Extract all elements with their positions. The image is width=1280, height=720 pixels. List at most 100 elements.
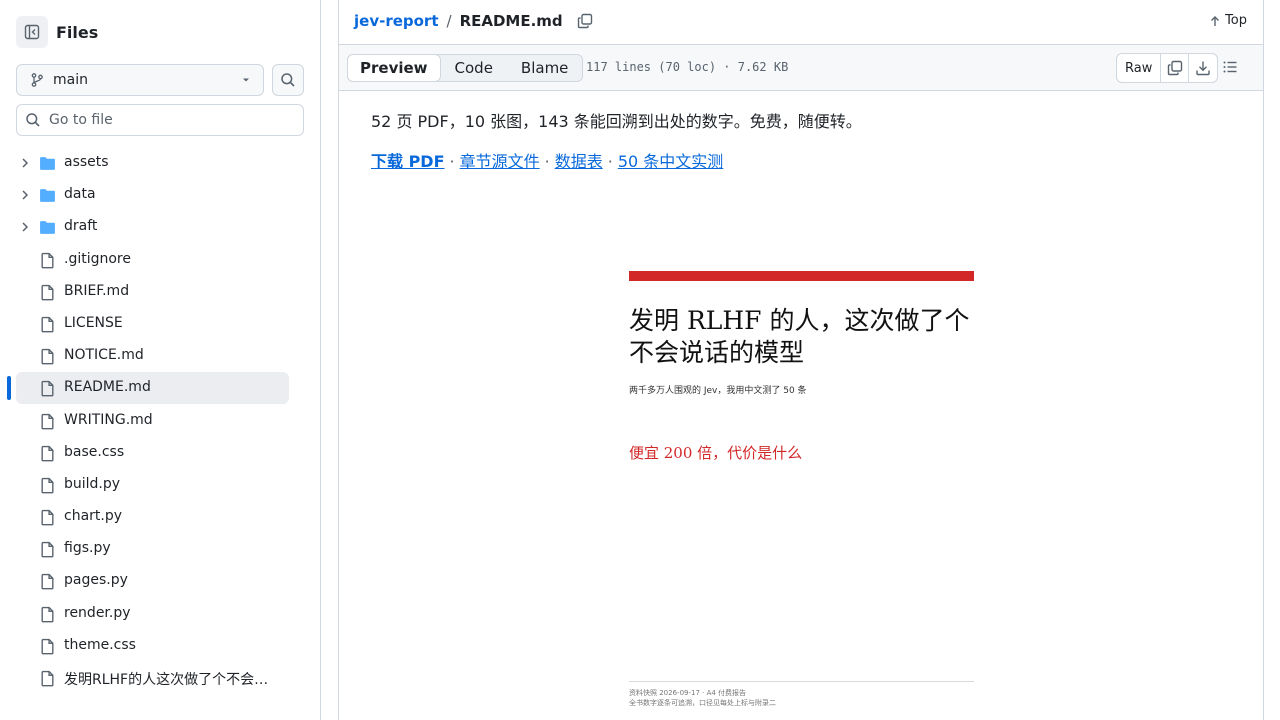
tree-folder-item[interactable]: assets (0, 147, 320, 179)
search-files-button[interactable] (272, 64, 304, 96)
tree-item-label: WRITING.md (64, 411, 153, 428)
cover-red-heading: 便宜 200 倍，代价是什么 (629, 444, 803, 462)
download-icon (1196, 61, 1211, 76)
cover-title-line-1: 发明 RLHF 的人，这次做了个 (629, 306, 970, 335)
cover-footer-line-1: 资料快照 2026-09-17 · A4 付费报告 (629, 689, 747, 697)
links-row: 下载 PDF · 章节源文件 · 数据表 · 50 条中文实测 (371, 148, 723, 172)
folder-icon (40, 157, 55, 170)
list-unordered-icon (1223, 61, 1237, 73)
tree-item-label: data (64, 186, 96, 203)
file-view: jev-report / README.md Top Preview Code … (338, 0, 1264, 720)
cover-footer-line-2: 全书数字逐条可追溯，口径见每处上标与附录二 (629, 699, 776, 707)
file-icon (41, 606, 54, 623)
tree-file-item[interactable]: theme.css (0, 630, 320, 662)
breadcrumb-file-name: README.md (459, 12, 563, 30)
tree-file-item[interactable]: build.py (0, 469, 320, 501)
sidebar-header: Files (16, 16, 98, 48)
chapter-sources-link[interactable]: 章节源文件 (460, 152, 540, 171)
link-separator: · (544, 152, 550, 171)
tree-file-item[interactable]: BRIEF.md (0, 276, 320, 308)
cover-footer-rule (629, 681, 974, 682)
data-table-link[interactable]: 数据表 (555, 152, 603, 171)
tree-item-label: render.py (64, 604, 131, 621)
copy-icon (577, 13, 592, 29)
file-icon (41, 316, 54, 333)
branch-selector[interactable]: main (16, 64, 264, 96)
folder-icon (40, 189, 55, 203)
caret-down-icon (243, 78, 249, 82)
file-header: jev-report / README.md Top (339, 0, 1263, 45)
tree-item-label: chart.py (64, 508, 123, 525)
cover-title-line-2: 不会说话的模型 (629, 338, 805, 367)
raw-button[interactable]: Raw (1117, 54, 1162, 82)
markdown-preview: 52 页 PDF，10 张图，143 条能回溯到出处的数字。免费，随便转。 下载… (339, 91, 1263, 720)
report-cover-image: 发明 RLHF 的人，这次做了个 不会说话的模型 两千多万人围观的 Jev，我用… (629, 271, 975, 720)
tree-file-item[interactable]: 发明RLHF的人这次做了个不会… (0, 662, 320, 694)
file-actions: Raw (1116, 53, 1219, 83)
copy-icon (1167, 60, 1183, 76)
file-icon (41, 670, 54, 687)
breadcrumb-repo-link[interactable]: jev-report (354, 12, 439, 30)
cover-subtitle: 两千多万人围观的 Jev，我用中文测了 50 条 (629, 386, 807, 396)
tab-code[interactable]: Code (441, 55, 507, 81)
link-separator: · (449, 152, 455, 171)
file-icon (41, 284, 54, 301)
tree-file-item[interactable]: README.md (0, 372, 320, 405)
collapse-sidebar-button[interactable] (16, 16, 48, 48)
download-pdf-link[interactable]: 下载 PDF (371, 152, 445, 171)
chevron-right-icon[interactable] (18, 156, 32, 170)
go-to-file-input[interactable] (49, 112, 289, 128)
tree-item-label: base.css (64, 443, 125, 460)
search-icon (26, 113, 40, 127)
tree-item-label: draft (64, 218, 98, 235)
cover-red-bar (629, 271, 974, 281)
tree-file-item[interactable]: chart.py (0, 501, 320, 533)
tree-file-item[interactable]: LICENSE (0, 308, 320, 340)
chevron-right-icon[interactable] (18, 220, 32, 234)
tree-file-item[interactable]: WRITING.md (0, 405, 320, 437)
file-icon (41, 413, 54, 429)
view-mode-tabs: Preview Code Blame (347, 54, 584, 82)
arrow-up-icon (1211, 15, 1220, 26)
top-label: Top (1225, 13, 1247, 28)
tree-file-item[interactable]: .gitignore (0, 244, 320, 276)
link-separator: · (607, 152, 613, 171)
branch-name: main (53, 72, 88, 88)
sidebar-collapse-icon (24, 24, 40, 40)
file-icon (41, 638, 54, 655)
tree-folder-item[interactable]: draft (0, 211, 320, 243)
chinese-tests-link[interactable]: 50 条中文实测 (618, 152, 723, 171)
tree-item-label: 发明RLHF的人这次做了个不会… (64, 672, 269, 688)
tree-item-label: theme.css (64, 636, 136, 653)
tree-file-item[interactable]: figs.py (0, 533, 320, 565)
tree-item-label: assets (64, 154, 109, 170)
outline-button[interactable] (1222, 59, 1238, 75)
copy-raw-button[interactable] (1161, 54, 1190, 82)
file-icon (41, 252, 54, 268)
intro-paragraph: 52 页 PDF，10 张图，143 条能回溯到出处的数字。免费，随便转。 (371, 112, 862, 131)
file-icon (41, 445, 54, 462)
file-toolbar: Preview Code Blame 117 lines (70 loc) · … (339, 45, 1263, 91)
breadcrumb: jev-report / README.md (354, 12, 593, 30)
file-icon (41, 509, 54, 526)
go-to-file-field[interactable] (16, 104, 304, 136)
tree-folder-item[interactable]: data (0, 179, 320, 211)
copy-path-button[interactable] (577, 13, 593, 29)
breadcrumb-separator: / (446, 12, 452, 30)
tree-file-item[interactable]: NOTICE.md (0, 340, 320, 372)
tab-blame[interactable]: Blame (507, 55, 583, 81)
file-stats: 117 lines (70 loc) · 7.62 KB (586, 60, 789, 74)
file-icon (41, 574, 54, 590)
sidebar-title: Files (56, 22, 99, 42)
tree-file-item[interactable]: pages.py (0, 565, 320, 597)
chevron-right-icon[interactable] (18, 188, 32, 202)
file-icon (41, 542, 54, 558)
tree-item-label: README.md (64, 379, 151, 396)
tree-item-label: NOTICE.md (64, 347, 144, 364)
download-button[interactable] (1189, 54, 1217, 82)
tree-file-item[interactable]: render.py (0, 598, 320, 630)
tree-file-item[interactable]: base.css (0, 437, 320, 469)
tab-preview[interactable]: Preview (347, 54, 441, 82)
folder-icon (40, 221, 55, 235)
back-to-top-link[interactable]: Top (1209, 13, 1247, 28)
